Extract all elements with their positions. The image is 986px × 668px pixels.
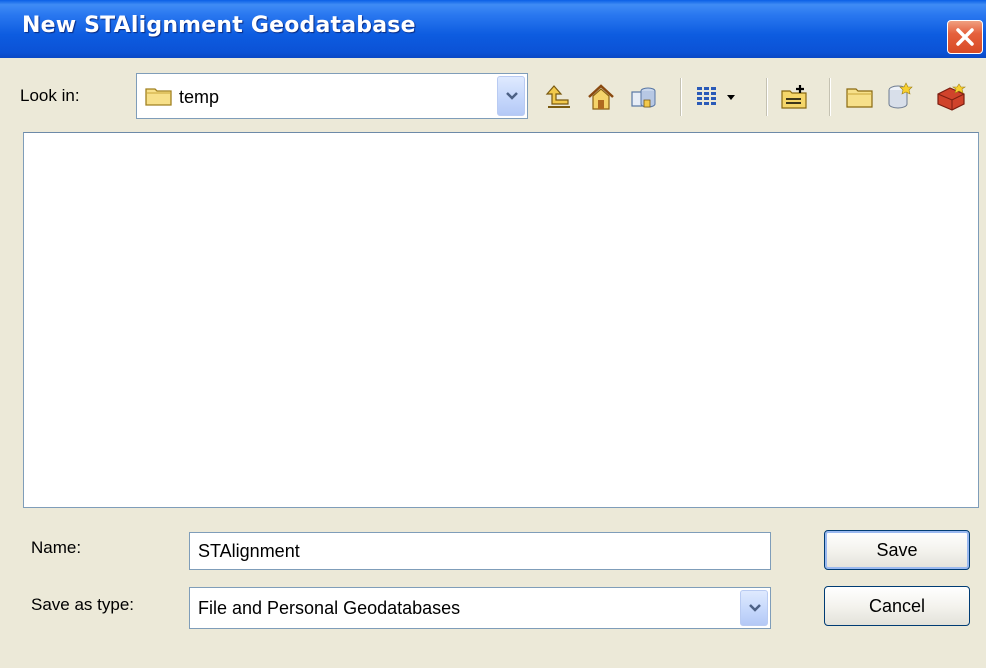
look-in-combobox[interactable]: temp [136,73,528,119]
view-menu-icon [697,87,735,105]
name-input[interactable]: STAlignment [189,532,771,570]
look-in-label: Look in: [20,86,80,105]
connect-folder-button[interactable] [626,80,660,114]
connect-folder-icon [631,87,656,108]
save-as-type-combobox[interactable]: File and Personal Geodatabases [189,587,771,629]
close-icon [956,28,974,46]
new-folder-button[interactable] [778,80,812,114]
folder-icon [846,88,873,108]
up-one-level-icon [545,85,570,108]
look-in-value: temp [179,87,220,107]
toolbar-separator [829,78,831,116]
look-in-dropdown-button[interactable] [497,76,525,116]
new-folder-plain-button[interactable] [843,80,877,114]
cancel-button[interactable]: Cancel [824,586,970,626]
save-as-type-label: Save as type: [31,595,135,614]
home-button[interactable] [584,80,618,114]
toolbox-icon [937,83,966,111]
new-folder-icon [781,85,807,109]
folder-icon [145,88,172,106]
chevron-down-icon [749,604,761,612]
close-button[interactable] [947,20,983,54]
up-one-level-button[interactable] [542,80,576,114]
new-geodatabase-button[interactable] [882,80,916,114]
window-title: New STAlignment Geodatabase [22,13,416,38]
dialog-window: New STAlignment Geodatabase Look in: tem… [0,0,986,668]
toolbar-separator [766,78,768,116]
chevron-down-icon [506,92,518,100]
save-as-type-dropdown-button[interactable] [740,590,768,626]
new-personal-geodatabase-icon [888,82,913,109]
name-label: Name: [31,538,82,557]
save-button[interactable]: Save [824,530,970,570]
new-toolbox-button[interactable] [934,80,968,114]
title-bar[interactable]: New STAlignment Geodatabase [0,0,986,58]
home-icon [588,84,614,110]
file-list[interactable] [23,132,979,508]
save-as-type-value: File and Personal Geodatabases [198,598,461,618]
toolbar-separator [680,78,682,116]
view-menu-button[interactable] [693,80,741,114]
